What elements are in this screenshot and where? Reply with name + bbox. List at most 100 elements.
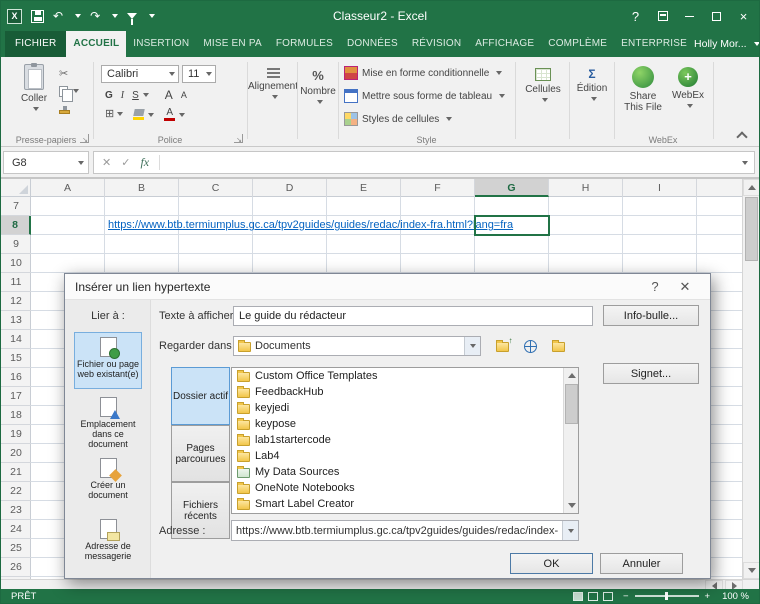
row-header-16[interactable]: 16 xyxy=(1,368,31,387)
column-header-d[interactable]: D xyxy=(253,179,327,197)
screentip-button[interactable]: Info-bulle... xyxy=(603,305,699,326)
look-in-dropdown[interactable]: Documents xyxy=(233,336,481,356)
select-all-corner[interactable] xyxy=(1,179,31,197)
column-header-a[interactable]: A xyxy=(31,179,105,197)
minimize-button[interactable] xyxy=(676,1,703,31)
borders-button[interactable]: ⊞ xyxy=(105,109,124,120)
fill-color-button[interactable] xyxy=(132,109,145,120)
tab-enterprise[interactable]: ENTERPRISE xyxy=(614,31,694,57)
browse-file-button[interactable] xyxy=(545,336,571,357)
share-this-file-button[interactable]: Share This File xyxy=(619,61,667,113)
expand-formula-bar-icon[interactable] xyxy=(742,160,748,165)
browsed-pages-button[interactable]: Pages parcourues xyxy=(171,425,230,482)
row-header-19[interactable]: 19 xyxy=(1,425,31,444)
alignment-button[interactable]: Alignement xyxy=(248,63,298,99)
list-item[interactable]: Custom Office Templates xyxy=(232,368,578,384)
tab-accueil[interactable]: ACCUEIL xyxy=(66,31,127,57)
conditional-formatting-button[interactable]: Mise en forme conditionnelle xyxy=(344,66,503,80)
dialog-title-bar[interactable]: Insérer un lien hypertexte ? ✕ xyxy=(65,274,710,300)
row-header-21[interactable]: 21 xyxy=(1,463,31,482)
enter-entry-icon[interactable]: ✓ xyxy=(121,156,130,169)
link-to-existing-file-option[interactable]: Fichier ou page web existant(e) xyxy=(74,332,142,389)
cancel-button[interactable]: Annuler xyxy=(600,553,683,574)
formula-input-zone[interactable]: ✕ ✓ fx xyxy=(93,151,755,174)
insert-function-icon[interactable]: fx xyxy=(140,155,149,170)
look-in-dropdown-button[interactable] xyxy=(464,337,480,355)
undo-icon[interactable]: ↶ xyxy=(53,10,63,22)
up-one-folder-button[interactable] xyxy=(489,336,515,357)
cell-styles-button[interactable]: Styles de cellules xyxy=(344,112,453,126)
zoom-slider-thumb[interactable] xyxy=(664,592,668,600)
column-header-e[interactable]: E xyxy=(327,179,401,197)
zoom-slider[interactable] xyxy=(634,592,699,600)
close-button[interactable]: × xyxy=(730,1,757,31)
tab-complements[interactable]: COMPLÈME xyxy=(541,31,614,57)
file-list[interactable]: Custom Office Templates FeedbackHub keyj… xyxy=(231,367,579,514)
list-item[interactable]: My Data Sources xyxy=(232,464,578,480)
column-header-g[interactable]: G xyxy=(475,179,549,197)
font-name-select[interactable]: Calibri xyxy=(101,65,179,83)
row-header-17[interactable]: 17 xyxy=(1,387,31,406)
zoom-in-button[interactable]: + xyxy=(705,591,711,602)
vertical-scrollbar[interactable] xyxy=(742,179,759,579)
cells-button[interactable]: Cellules xyxy=(518,63,568,102)
row-header-26[interactable]: 26 xyxy=(1,558,31,577)
list-item[interactable]: Smart Label Creator xyxy=(232,496,578,512)
clipboard-dialog-launcher[interactable] xyxy=(80,134,89,144)
row-header-11[interactable]: 11 xyxy=(1,273,31,292)
format-painter-button[interactable] xyxy=(59,101,70,117)
tab-mise-en-page[interactable]: MISE EN PA xyxy=(196,31,269,57)
list-item[interactable]: lab1startercode xyxy=(232,432,578,448)
column-header-c[interactable]: C xyxy=(179,179,253,197)
save-icon[interactable] xyxy=(31,9,44,23)
shrink-font-button[interactable]: A xyxy=(181,90,187,100)
row-header-8[interactable]: 8 xyxy=(1,216,31,235)
cut-button[interactable]: ✂ xyxy=(59,65,68,81)
font-size-select[interactable]: 11 xyxy=(182,65,216,83)
row-header-20[interactable]: 20 xyxy=(1,444,31,463)
maximize-button[interactable] xyxy=(703,1,730,31)
format-as-table-button[interactable]: Mettre sous forme de tableau xyxy=(344,89,506,103)
help-button[interactable]: ? xyxy=(622,1,649,31)
row-header-23[interactable]: 23 xyxy=(1,501,31,520)
name-box[interactable]: G8 xyxy=(3,151,89,174)
zoom-out-button[interactable]: − xyxy=(623,591,629,602)
collapse-ribbon-button[interactable] xyxy=(735,130,749,140)
font-color-button[interactable]: A xyxy=(164,108,176,121)
address-combo[interactable]: https://www.btb.termiumplus.gc.ca/tpv2gu… xyxy=(231,520,579,541)
link-to-place-in-document-option[interactable]: Emplacement dans ce document xyxy=(74,393,142,450)
ok-button[interactable]: OK xyxy=(510,553,593,574)
list-item[interactable]: keyjedi xyxy=(232,400,578,416)
list-item[interactable]: OneNote Notebooks xyxy=(232,480,578,496)
tab-donnees[interactable]: DONNÉES xyxy=(340,31,405,57)
current-folder-button[interactable]: Dossier actif xyxy=(171,367,230,425)
scroll-down-button[interactable] xyxy=(743,562,759,579)
number-button[interactable]: % Nombre xyxy=(298,63,338,104)
fill-color-dropdown-icon[interactable] xyxy=(148,112,155,117)
column-header-f[interactable]: F xyxy=(401,179,475,197)
row-header-7[interactable]: 7 xyxy=(1,197,31,216)
tab-formules[interactable]: FORMULES xyxy=(269,31,340,57)
list-item[interactable]: keypose xyxy=(232,416,578,432)
scroll-up-button[interactable] xyxy=(743,179,759,196)
ribbon-display-options-button[interactable] xyxy=(649,1,676,31)
row-header-15[interactable]: 15 xyxy=(1,349,31,368)
list-scroll-thumb[interactable] xyxy=(565,384,578,424)
list-scroll-down-button[interactable] xyxy=(564,498,578,513)
editing-button[interactable]: Σ Édition xyxy=(570,63,614,101)
bold-button[interactable]: G xyxy=(105,90,113,101)
tab-revision[interactable]: RÉVISION xyxy=(405,31,468,57)
row-header-10[interactable]: 10 xyxy=(1,254,31,273)
tab-fichier[interactable]: FICHIER xyxy=(5,31,67,57)
dialog-help-button[interactable]: ? xyxy=(640,275,670,299)
copy-button[interactable] xyxy=(59,83,79,102)
row-header-9[interactable]: 9 xyxy=(1,235,31,254)
list-scroll-up-button[interactable] xyxy=(564,368,578,383)
column-header-h[interactable]: H xyxy=(549,179,623,197)
font-color-dropdown-icon[interactable] xyxy=(179,112,186,117)
webex-button[interactable]: WebEx xyxy=(667,62,709,108)
font-dialog-launcher[interactable] xyxy=(234,134,243,144)
column-header-i[interactable]: I xyxy=(623,179,697,197)
redo-icon[interactable]: ↷ xyxy=(90,10,100,22)
column-header-b[interactable]: B xyxy=(105,179,179,197)
